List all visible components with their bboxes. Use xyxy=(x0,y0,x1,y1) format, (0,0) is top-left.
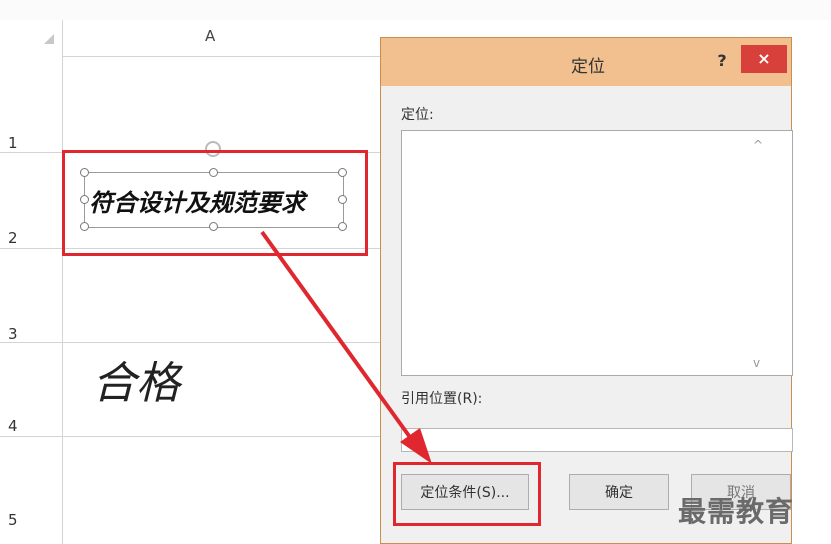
watermark: 最需教育 xyxy=(678,495,795,528)
annotation-arrow-icon xyxy=(260,230,432,464)
